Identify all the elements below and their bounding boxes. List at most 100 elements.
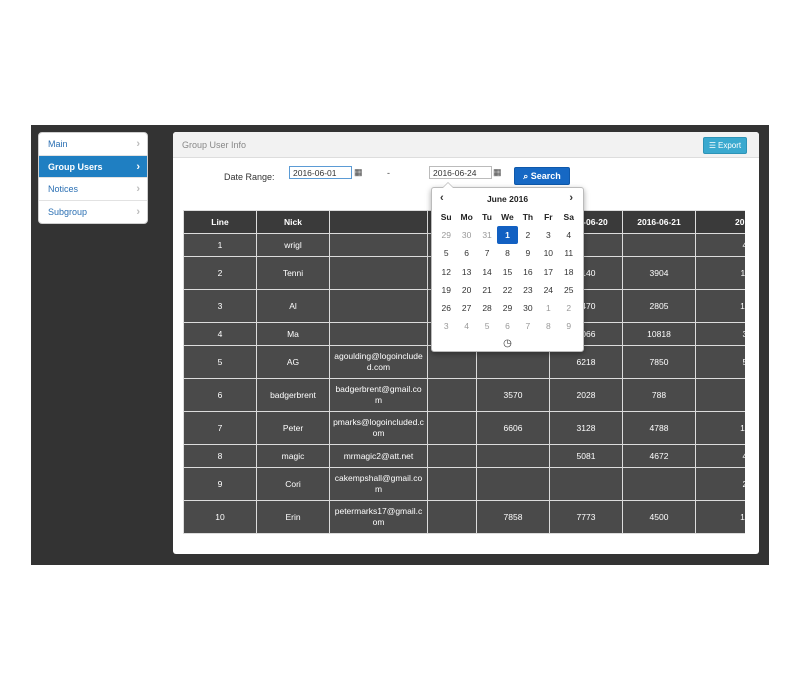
- panel-header: Group User Info ☰ Export: [173, 132, 759, 158]
- weekday-label: Sa: [563, 212, 574, 222]
- datepicker-day[interactable]: 8: [538, 317, 558, 335]
- datepicker-day[interactable]: 10: [538, 244, 558, 262]
- sidebar-item-subgroup[interactable]: Subgroup ›: [39, 201, 147, 224]
- column-header[interactable]: 2016-06-: [695, 210, 745, 234]
- datepicker-day[interactable]: 14: [477, 263, 497, 281]
- datepicker-day[interactable]: 21: [477, 281, 497, 299]
- datepicker-month-label[interactable]: June 2016: [432, 194, 583, 204]
- end-date-input[interactable]: [429, 166, 492, 179]
- table-row: 10 Erin petermarks17@gmail.com 7858 7773 4500…: [183, 500, 745, 534]
- datepicker-day[interactable]: 11: [559, 244, 579, 262]
- sidebar-item-notices[interactable]: Notices ›: [39, 178, 147, 201]
- table-cell: 7773: [549, 500, 623, 534]
- table-cell: [695, 378, 745, 412]
- column-header[interactable]: Line: [183, 210, 257, 234]
- date-range-label: Date Range:: [224, 172, 275, 182]
- sidebar-item-main[interactable]: Main ›: [39, 133, 147, 156]
- table-cell: 5: [183, 345, 257, 379]
- datepicker-day[interactable]: 20: [456, 281, 476, 299]
- datepicker-day[interactable]: 29: [497, 299, 517, 317]
- datepicker-day[interactable]: 3: [538, 226, 558, 244]
- table-cell: [329, 233, 428, 257]
- datepicker-header: ‹ June 2016 ›: [432, 188, 583, 208]
- table-cell: [329, 289, 428, 323]
- datepicker-day[interactable]: 2: [518, 226, 538, 244]
- datepicker-day[interactable]: 9: [518, 244, 538, 262]
- datepicker-day[interactable]: 5: [436, 244, 456, 262]
- datepicker-day[interactable]: 4: [559, 226, 579, 244]
- datepicker-day[interactable]: 5: [477, 317, 497, 335]
- datepicker-day[interactable]: 17: [538, 263, 558, 281]
- datepicker-day[interactable]: 18: [559, 263, 579, 281]
- datepicker-day[interactable]: 30: [456, 226, 476, 244]
- search-button[interactable]: ⌕ Search: [514, 167, 570, 185]
- sidebar-nav: Main › Group Users › Notices › Subgroup …: [38, 132, 148, 224]
- calendar-icon[interactable]: ▦: [493, 167, 502, 178]
- table-cell: pmarks@logoincluded.com: [329, 411, 428, 445]
- datepicker-day[interactable]: 23: [518, 281, 538, 299]
- datepicker-week: 29 30 31 1 2 3 4: [432, 226, 583, 245]
- datepicker-day[interactable]: 2: [559, 299, 579, 317]
- export-label: Export: [718, 141, 742, 150]
- table-cell: 4261: [695, 444, 745, 468]
- group-user-info-panel: Group User Info ☰Export Date Range: ▦ - …: [173, 132, 759, 554]
- datepicker-day[interactable]: 4: [456, 317, 476, 335]
- datepicker-day[interactable]: 13: [456, 263, 476, 281]
- weekday-label: Mo: [460, 212, 473, 222]
- datepicker-day[interactable]: 30: [518, 299, 538, 317]
- table-cell: 10818: [622, 322, 696, 346]
- column-header[interactable]: 2016-06-21: [622, 210, 696, 234]
- start-date-input[interactable]: [289, 166, 352, 179]
- datepicker-day[interactable]: 7: [518, 317, 538, 335]
- datepicker-day[interactable]: 9: [559, 317, 579, 335]
- table-cell: [427, 500, 477, 534]
- table-cell: mrmagic2@att.net: [329, 444, 428, 468]
- table-cell: magic: [256, 444, 330, 468]
- table-cell: Cori: [256, 467, 330, 501]
- datepicker-day[interactable]: 6: [456, 244, 476, 262]
- datepicker-day[interactable]: 22: [497, 281, 517, 299]
- datepicker-day[interactable]: 31: [477, 226, 497, 244]
- datepicker-day[interactable]: 12: [436, 263, 456, 281]
- sidebar-item-label: Group Users: [48, 161, 103, 172]
- datepicker-day[interactable]: 27: [456, 299, 476, 317]
- datepicker-day[interactable]: 1: [497, 226, 518, 245]
- table-cell: 7850: [622, 345, 696, 379]
- datepicker-day[interactable]: 24: [538, 281, 558, 299]
- datepicker-day[interactable]: 29: [436, 226, 456, 244]
- datepicker-day[interactable]: 1: [538, 299, 558, 317]
- datepicker-day[interactable]: 26: [436, 299, 456, 317]
- calendar-icon[interactable]: ▦: [354, 167, 363, 178]
- table-cell: 11409: [695, 256, 745, 290]
- list-icon: ☰: [708, 141, 717, 150]
- datepicker-day[interactable]: 25: [559, 281, 579, 299]
- search-label: Search: [530, 171, 561, 181]
- datepicker-day[interactable]: 28: [477, 299, 497, 317]
- column-header[interactable]: [329, 210, 428, 234]
- table-cell: [427, 467, 477, 501]
- datepicker-week: 12 13 14 15 16 17 18: [432, 263, 583, 281]
- table-cell: [476, 467, 550, 501]
- table-cell: wrigl: [256, 233, 330, 257]
- table-cell: Tenni: [256, 256, 330, 290]
- datepicker-day[interactable]: 15: [497, 263, 517, 281]
- datepicker-day[interactable]: 16: [518, 263, 538, 281]
- weekday-label: Fr: [544, 212, 553, 222]
- next-month-button[interactable]: ›: [569, 192, 573, 204]
- table-cell: 3502: [695, 322, 745, 346]
- table-cell: 7858: [476, 500, 550, 534]
- clock-icon[interactable]: ◷: [432, 338, 583, 349]
- datepicker-day[interactable]: 3: [436, 317, 456, 335]
- column-header[interactable]: Nick: [256, 210, 330, 234]
- export-button[interactable]: ☰ Export: [703, 137, 747, 154]
- weekday-label: Tu: [482, 212, 492, 222]
- table-row: 9Coricakempshall@gmail.com 2276: [183, 467, 745, 501]
- search-icon: ⌕: [523, 171, 529, 181]
- chevron-right-icon: ›: [136, 205, 140, 218]
- datepicker-day[interactable]: 6: [497, 317, 517, 335]
- datepicker-day[interactable]: 8: [497, 244, 517, 262]
- sidebar-item-group-users[interactable]: Group Users ›: [39, 155, 147, 178]
- datepicker-day[interactable]: 7: [477, 244, 497, 262]
- table-cell: [476, 444, 550, 468]
- datepicker-day[interactable]: 19: [436, 281, 456, 299]
